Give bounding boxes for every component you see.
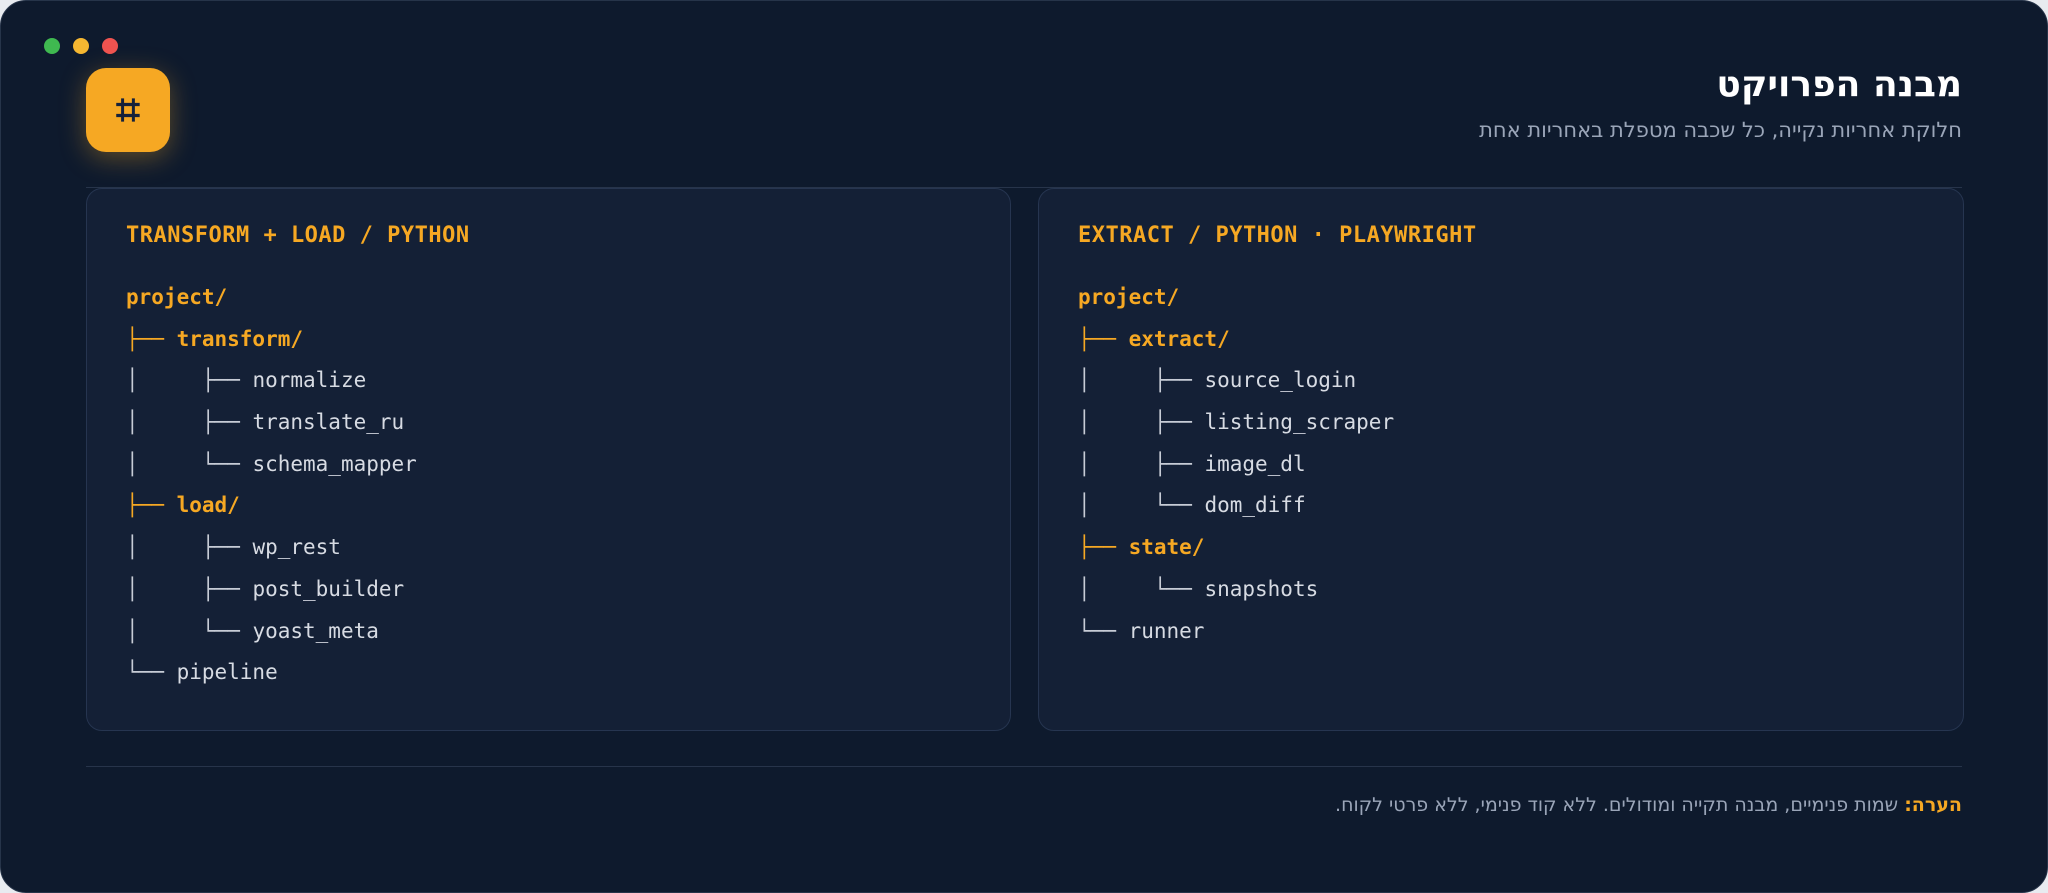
page-header: מבנה הפרויקט חלוקת אחריות נקייה, כל שכבה…	[1479, 61, 1962, 142]
tree-row[interactable]: └── pipeline	[126, 652, 417, 694]
folder-name: load/	[176, 493, 240, 518]
maximize-button[interactable]	[44, 38, 60, 54]
module-name: dom_diff	[1204, 493, 1306, 518]
folder-name: extract/	[1128, 326, 1230, 351]
tree-branch: │ ├──	[126, 368, 253, 393]
hash-icon: ⌗	[86, 68, 170, 152]
folder-name: project/	[1078, 285, 1180, 309]
tree-row[interactable]: │ ├── post_builder	[126, 569, 417, 611]
tree-branch: ├──	[1078, 535, 1129, 560]
tree-row[interactable]: │ ├── source_login	[1078, 360, 1394, 402]
tree-row[interactable]: │ └── snapshots	[1078, 569, 1394, 611]
tree-branch: └──	[126, 660, 177, 685]
tree-row[interactable]: │ ├── normalize	[126, 360, 417, 402]
tree-branch: └──	[1078, 618, 1129, 643]
extract-panel: EXTRACT / PYTHON · PLAYWRIGHT project/ ├─…	[1038, 188, 1964, 731]
tree-branch: ├──	[1078, 326, 1129, 351]
tree-row[interactable]: │ ├── wp_rest	[126, 527, 417, 569]
folder-name: state/	[1128, 535, 1205, 560]
tree-row[interactable]: │ └── schema_mapper	[126, 444, 417, 486]
page-title: מבנה הפרויקט	[1716, 64, 1962, 105]
file-tree: project/├── extract/│ ├── source_login │ …	[1078, 277, 1394, 652]
tree-row[interactable]: │ ├── listing_scraper	[1078, 402, 1394, 444]
page-subtitle: חלוקת אחריות נקייה, כל שכבה מטפלת באחריו…	[1479, 118, 1962, 142]
minimize-button[interactable]	[73, 38, 89, 54]
module-name: post_builder	[252, 576, 405, 601]
footer-note: הערה: שמות פנימיים, מבנה תקייה ומודולים.…	[1335, 794, 1962, 816]
module-name: source_login	[1204, 368, 1357, 393]
tree-row[interactable]: project/	[1078, 277, 1394, 319]
tree-row[interactable]: ├── extract/	[1078, 319, 1394, 361]
tree-branch: │ ├──	[1078, 410, 1205, 435]
module-name: runner	[1128, 618, 1205, 643]
tree-branch: │ ├──	[126, 535, 253, 560]
tree-branch: │ └──	[1078, 576, 1205, 601]
folder-name: project/	[126, 285, 228, 309]
app-window: ⌗ מבנה הפרויקט חלוקת אחריות נקייה, כל שכ…	[0, 0, 2048, 893]
tree-branch: │ ├──	[126, 410, 253, 435]
folder-name: transform/	[176, 326, 304, 351]
module-name: normalize	[252, 368, 367, 393]
close-button[interactable]	[102, 38, 118, 54]
module-name: image_dl	[1204, 451, 1306, 476]
tree-row[interactable]: │ ├── translate_ru	[126, 402, 417, 444]
tree-branch: │ └──	[126, 451, 253, 476]
tree-row[interactable]: │ └── yoast_meta	[126, 611, 417, 653]
tree-branch: ├──	[126, 326, 177, 351]
module-name: yoast_meta	[252, 618, 379, 643]
tree-row[interactable]: ├── load/	[126, 485, 417, 527]
tree-branch: │ └──	[126, 618, 253, 643]
tree-row[interactable]: project/	[126, 277, 417, 319]
transform-load-panel: TRANSFORM + LOAD / PYTHON project/ ├── tr…	[86, 188, 1011, 731]
tree-branch: │ └──	[1078, 493, 1205, 518]
module-name: snapshots	[1204, 576, 1319, 601]
module-name: wp_rest	[252, 535, 341, 560]
tree-branch: │ ├──	[1078, 451, 1205, 476]
window-controls	[44, 38, 118, 54]
panel-heading: TRANSFORM + LOAD / PYTHON	[126, 223, 470, 248]
tree-row[interactable]: │ ├── image_dl	[1078, 444, 1394, 486]
tree-branch: │ ├──	[126, 576, 253, 601]
panel-heading: EXTRACT / PYTHON · PLAYWRIGHT	[1078, 223, 1477, 248]
tree-row[interactable]: ├── transform/	[126, 319, 417, 361]
file-tree: project/├── transform/│ ├── normalize │ ├…	[126, 277, 417, 694]
tree-row[interactable]: ├── state/	[1078, 527, 1394, 569]
module-name: translate_ru	[252, 410, 405, 435]
tree-branch: │ ├──	[1078, 368, 1205, 393]
module-name: listing_scraper	[1204, 410, 1395, 435]
footer-divider	[86, 766, 1962, 767]
note-label: הערה:	[1904, 794, 1962, 816]
tree-branch: ├──	[126, 493, 177, 518]
note-text: שמות פנימיים, מבנה תקייה ומודולים. ללא ק…	[1335, 794, 1905, 816]
module-name: schema_mapper	[252, 451, 417, 476]
tree-row[interactable]: └── runner	[1078, 611, 1394, 653]
module-name: pipeline	[176, 660, 278, 685]
tree-row[interactable]: │ └── dom_diff	[1078, 485, 1394, 527]
